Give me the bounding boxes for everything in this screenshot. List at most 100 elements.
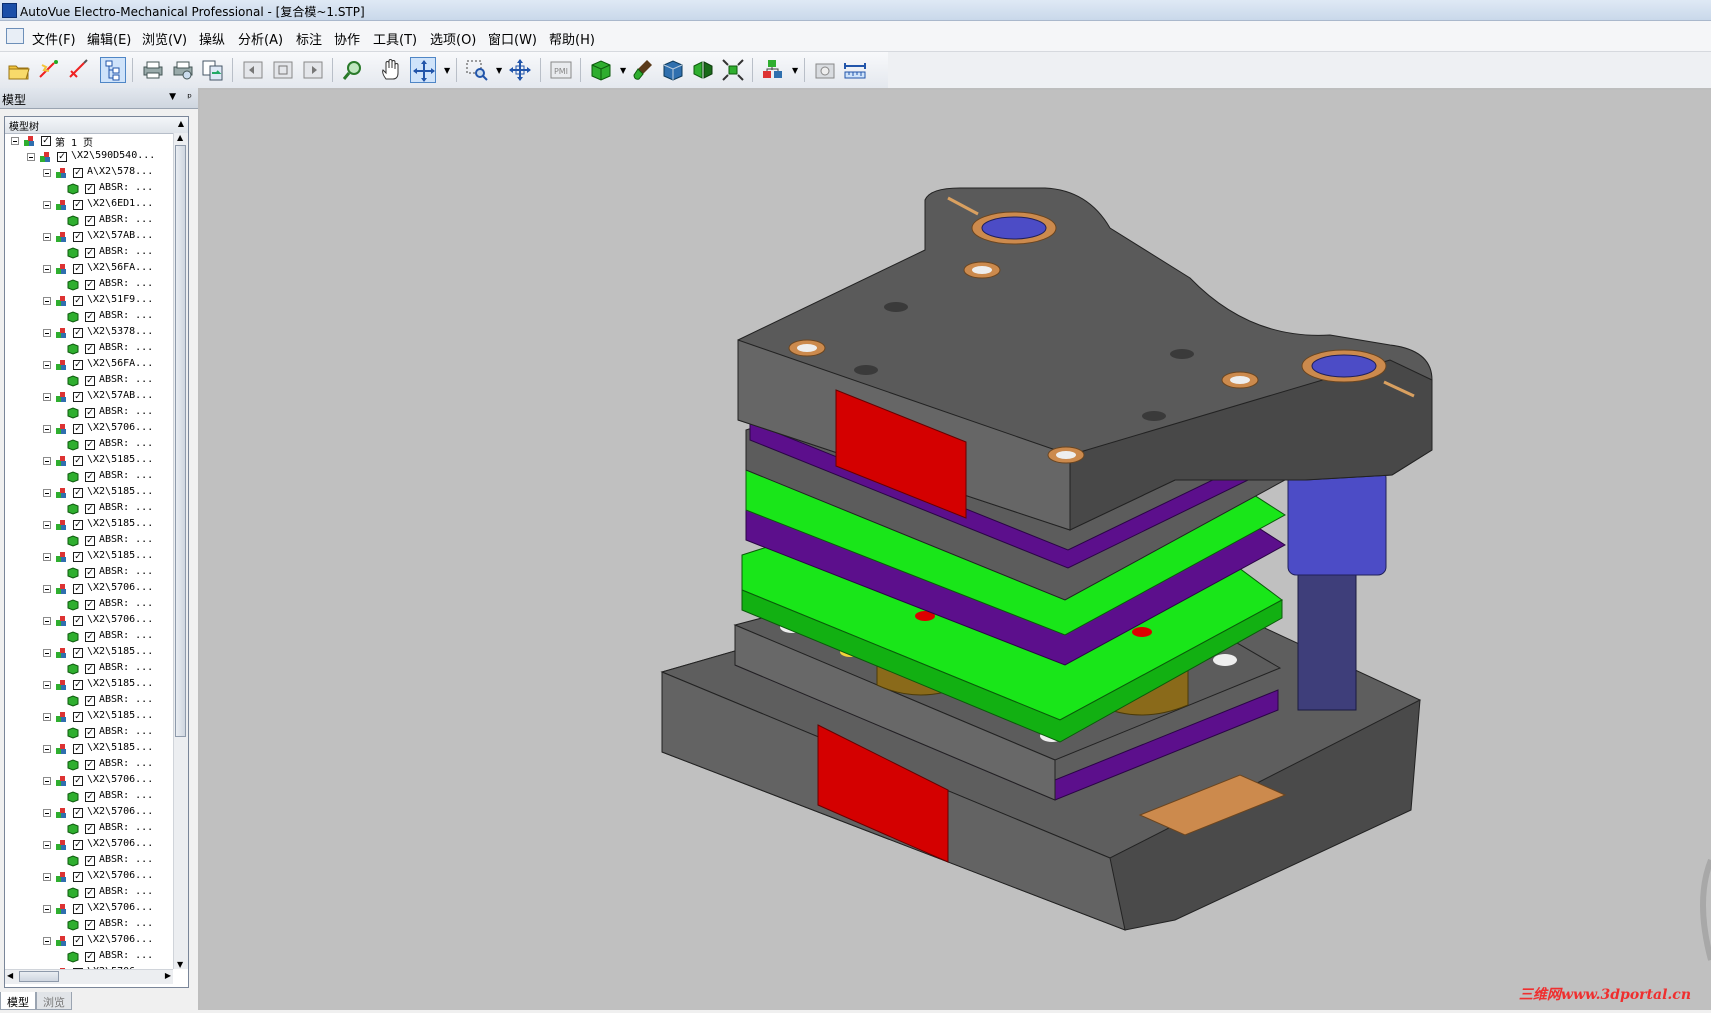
page-next-icon[interactable] (300, 57, 326, 83)
visibility-checkbox[interactable]: ✓ (73, 872, 83, 882)
visibility-checkbox[interactable]: ✓ (73, 360, 83, 370)
visibility-checkbox[interactable]: ✓ (73, 904, 83, 914)
collapse-icon[interactable] (43, 937, 51, 945)
tree-row[interactable]: ✓ ABSR: ... (5, 725, 173, 741)
tree-row[interactable]: ✓ \X2\5706... (5, 581, 173, 597)
pan-hand-icon[interactable] (378, 57, 404, 83)
collapse-icon[interactable] (43, 361, 51, 369)
measure-icon[interactable] (842, 57, 868, 83)
visibility-checkbox[interactable]: ✓ (85, 408, 95, 418)
visibility-checkbox[interactable]: ✓ (73, 776, 83, 786)
snapshot-icon[interactable] (812, 57, 838, 83)
menu-window[interactable]: 窗口(W) (488, 29, 537, 48)
collapse-icon[interactable] (43, 841, 51, 849)
print-icon[interactable] (140, 57, 166, 83)
collapse-icon[interactable] (43, 425, 51, 433)
redline-icon[interactable] (36, 57, 62, 83)
tree-row[interactable]: ✓ ABSR: ... (5, 565, 173, 581)
die-assembly-model[interactable] (200, 90, 1711, 1010)
tree-row[interactable]: ✓ ABSR: ... (5, 853, 173, 869)
tree-row[interactable]: ✓ \X2\5706... (5, 901, 173, 917)
tree-row[interactable]: ✓ \X2\5185... (5, 453, 173, 469)
tree-row[interactable]: ✓ \X2\5706... (5, 933, 173, 949)
rotate-icon[interactable] (410, 57, 436, 83)
tree-row[interactable]: ✓ ABSR: ... (5, 405, 173, 421)
tree-row[interactable]: ✓ \X2\5706... (5, 805, 173, 821)
collapse-icon[interactable] (43, 649, 51, 657)
collapse-icon[interactable] (43, 297, 51, 305)
print-preview-icon[interactable] (170, 57, 196, 83)
visibility-checkbox[interactable]: ✓ (41, 136, 51, 146)
visibility-checkbox[interactable]: ✓ (85, 216, 95, 226)
convert-icon[interactable] (200, 57, 226, 83)
visibility-checkbox[interactable]: ✓ (57, 152, 67, 162)
visibility-checkbox[interactable]: ✓ (85, 376, 95, 386)
tree-row[interactable]: ✓ ABSR: ... (5, 949, 173, 965)
tree-row[interactable]: ✓ ABSR: ... (5, 757, 173, 773)
tree-row[interactable]: ✓ ABSR: ... (5, 661, 173, 677)
collapse-icon[interactable] (43, 393, 51, 401)
collapse-icon[interactable] (43, 553, 51, 561)
tree-row[interactable]: ✓ ABSR: ... (5, 309, 173, 325)
document-system-icon[interactable] (6, 28, 24, 44)
tree-row[interactable]: ✓ \X2\5185... (5, 709, 173, 725)
visibility-checkbox[interactable]: ✓ (73, 680, 83, 690)
visibility-checkbox[interactable]: ✓ (73, 840, 83, 850)
tree-row[interactable]: ✓ \X2\5185... (5, 741, 173, 757)
visibility-checkbox[interactable]: ✓ (73, 328, 83, 338)
visibility-checkbox[interactable]: ✓ (85, 952, 95, 962)
visibility-checkbox[interactable]: ✓ (73, 424, 83, 434)
collapse-icon[interactable] (43, 681, 51, 689)
tab-model[interactable]: 模型 (0, 992, 36, 1010)
collapse-icon[interactable] (43, 809, 51, 817)
collapse-icon[interactable] (43, 745, 51, 753)
visibility-checkbox[interactable]: ✓ (85, 824, 95, 834)
wireframe-cube-icon[interactable] (660, 57, 686, 83)
tree-row[interactable]: ✓ \X2\5185... (5, 517, 173, 533)
markup-icon[interactable] (66, 57, 92, 83)
visibility-checkbox[interactable]: ✓ (85, 504, 95, 514)
shaded-brush-icon[interactable] (630, 57, 656, 83)
menu-markup[interactable]: 标注 (296, 29, 322, 48)
tree-row[interactable]: ✓ \X2\51F9... (5, 293, 173, 309)
collapse-icon[interactable] (43, 713, 51, 721)
zoom-icon[interactable] (340, 57, 366, 83)
tree-row[interactable]: ✓ \X2\5185... (5, 549, 173, 565)
visibility-checkbox[interactable]: ✓ (85, 248, 95, 258)
tree-row[interactable]: ✓ \X2\5706... (5, 773, 173, 789)
visibility-checkbox[interactable]: ✓ (85, 696, 95, 706)
tree-horizontal-scrollbar[interactable]: ◀ ▶ (5, 969, 173, 984)
tree-row[interactable]: ✓ ABSR: ... (5, 597, 173, 613)
scroll-up-icon[interactable]: ▲ (177, 133, 183, 142)
render-mode-icon[interactable] (588, 57, 614, 83)
visibility-checkbox[interactable]: ✓ (73, 744, 83, 754)
tree-row[interactable]: ✓ ABSR: ... (5, 821, 173, 837)
visibility-checkbox[interactable]: ✓ (73, 584, 83, 594)
tree-row[interactable]: ✓ \X2\5378... (5, 325, 173, 341)
visibility-checkbox[interactable]: ✓ (85, 344, 95, 354)
panel-menu-icon[interactable]: ▼ (169, 92, 176, 102)
visibility-checkbox[interactable]: ✓ (85, 792, 95, 802)
tree-row[interactable]: ✓ ABSR: ... (5, 533, 173, 549)
menu-tools[interactable]: 工具(T) (373, 29, 417, 48)
tree-row[interactable]: ✓ \X2\56FA... (5, 357, 173, 373)
tree-row[interactable]: ✓ \X2\5185... (5, 677, 173, 693)
collapse-icon[interactable] (43, 585, 51, 593)
collapse-icon[interactable] (43, 201, 51, 209)
tree-row[interactable]: ✓ \X2\5706... (5, 869, 173, 885)
tree-row[interactable]: ✓ ABSR: ... (5, 213, 173, 229)
tree-row[interactable]: ✓ ABSR: ... (5, 917, 173, 933)
visibility-checkbox[interactable]: ✓ (73, 456, 83, 466)
collapse-icon[interactable] (43, 489, 51, 497)
collapse-icon[interactable] (43, 169, 51, 177)
visibility-checkbox[interactable]: ✓ (73, 488, 83, 498)
assembly-dropdown-icon[interactable]: ▼ (792, 66, 798, 75)
visibility-checkbox[interactable]: ✓ (73, 264, 83, 274)
visibility-checkbox[interactable]: ✓ (85, 920, 95, 930)
visibility-checkbox[interactable]: ✓ (85, 312, 95, 322)
scroll-right-icon[interactable]: ▶ (165, 971, 171, 980)
explode-icon[interactable] (720, 57, 746, 83)
visibility-checkbox[interactable]: ✓ (85, 472, 95, 482)
tree-row[interactable]: ✓ \X2\590D540... (5, 149, 173, 165)
collapse-icon[interactable] (43, 777, 51, 785)
